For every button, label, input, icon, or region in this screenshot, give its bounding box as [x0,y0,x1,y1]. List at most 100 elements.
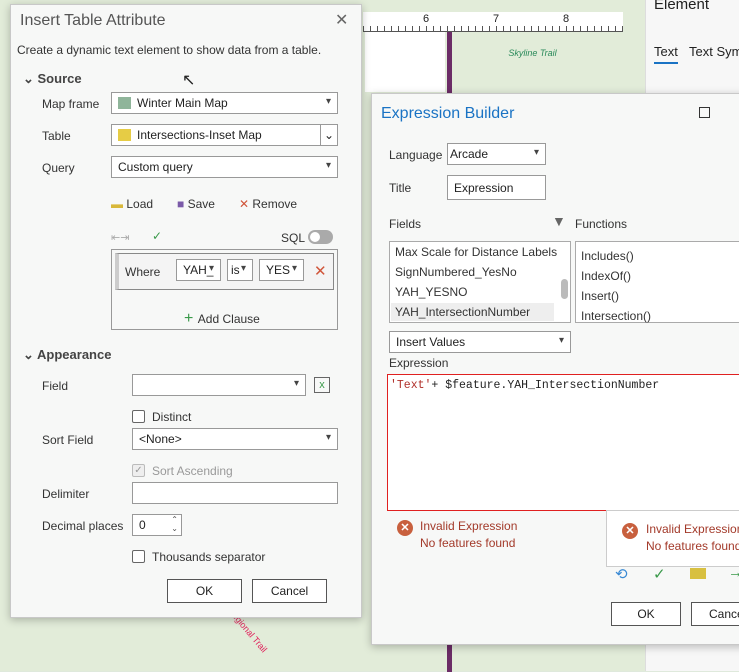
error-icon: ✕ [397,520,413,536]
clause-value-select[interactable]: YES [259,259,304,281]
history-icon[interactable]: ⟲ [615,565,628,583]
map-label: Skyline Trail [508,48,557,58]
folder-icon[interactable] [690,568,706,579]
thousands-separator-checkbox[interactable] [132,550,145,563]
verify-check-icon[interactable]: ✓ [653,565,666,583]
field-select[interactable] [132,374,306,396]
export-arrow-icon[interactable]: → [728,564,739,581]
ok-button[interactable]: OK [167,579,242,603]
chevron-down-icon: ⌄ [23,347,38,362]
error-detail: No features found [646,539,739,553]
ruler-tick: 8 [563,13,570,25]
ruler: 6 7 8 [363,12,623,32]
select-value: Custom query [118,160,193,174]
distinct-checkbox[interactable] [132,410,145,423]
language-select[interactable]: Arcade [447,143,546,165]
select-value: Winter Main Map [137,96,228,110]
button-label: Add Clause [197,312,260,326]
input-value: Expression [454,181,514,195]
verify-check-icon[interactable]: ✓ [152,229,162,243]
where-label: Where [125,265,161,279]
list-item[interactable]: Intersection() [581,309,651,323]
folder-icon: ▬ [111,197,127,211]
clause-field-select[interactable]: YAH_ [176,259,221,281]
filter-icon[interactable]: ▼ [552,213,566,229]
sort-ascending-label: Sort Ascending [152,464,233,478]
chevron-down-icon: ⌄ [23,71,38,86]
functions-list: Includes() IndexOf() Insert() Intersecti… [575,241,739,323]
list-item[interactable]: Includes() [581,249,634,263]
select-value: YAH_ [183,263,214,277]
plus-icon: + [184,310,198,327]
list-item-selected[interactable]: YAH_IntersectionNumber [391,303,554,321]
delimiter-label: Delimiter [42,487,90,501]
maximize-icon[interactable] [699,107,710,118]
fields-label: Fields [389,217,422,231]
error-title: Invalid Expression [646,522,739,536]
list-item[interactable]: Max Scale for Distance Labels [395,245,557,259]
expression-code: + $feature.YAH_IntersectionNumber [431,379,660,392]
appearance-section-header[interactable]: ⌄ Appearance [23,347,111,363]
expression-string: 'Text' [390,379,432,392]
delete-clause-icon[interactable]: ✕ [314,262,327,280]
decimal-places-label: Decimal places [42,519,124,533]
sort-field-select[interactable]: <None> [132,428,338,450]
dialog-title: Insert Table Attribute [20,12,166,29]
expression-button[interactable]: x [314,377,330,393]
ok-button[interactable]: OK [611,602,681,626]
sql-toggle[interactable] [308,230,333,244]
sql-label: SQL [281,231,306,245]
sort-ascending-checkbox[interactable]: ✓ [132,464,145,477]
add-clause-button[interactable]: + Add Clause [184,310,260,328]
query-select[interactable]: Custom query [111,156,338,178]
ruler-tick: 6 [423,13,430,25]
select-value: is [231,263,240,277]
error-title: Invalid Expression [420,519,518,533]
field-label: Field [42,379,69,393]
section-label: Appearance [37,347,112,362]
delimiter-input[interactable] [132,482,338,504]
decimal-places-stepper[interactable]: 0 ⌃ ⌄ [132,514,182,536]
tab-text-symbol[interactable]: Text Sym [689,44,739,59]
sort-field-label: Sort Field [42,433,94,447]
chevron-down-icon[interactable]: ⌄ [320,125,337,145]
select-value: Intersections-Inset Map [137,128,262,142]
close-icon: ✕ [239,197,253,211]
cancel-button[interactable]: Cancel [252,579,327,603]
section-label: Source [37,71,82,86]
map-frame-select[interactable]: Winter Main Map [111,92,338,114]
insert-table-attribute-dialog: Insert Table Attribute ✕ Create a dynami… [10,4,362,618]
title-label: Title [389,181,412,195]
button-label: Load [126,197,154,211]
clause-operator-select[interactable]: is [227,259,253,281]
language-label: Language [389,148,443,162]
table-select[interactable]: Intersections-Inset Map ⌄ [111,124,338,146]
scrollbar[interactable] [561,279,568,299]
spin-arrows-icon[interactable]: ⌃ ⌄ [171,515,178,533]
save-button[interactable]: ■ Save [177,197,215,211]
map-icon [118,97,131,109]
cancel-button[interactable]: Cancel [691,602,739,626]
fields-list: Max Scale for Distance Labels SignNumber… [389,241,571,323]
panel-title: Element [654,0,710,13]
list-item[interactable]: Insert() [581,289,619,303]
list-item[interactable]: IndexOf() [581,269,631,283]
list-item[interactable]: YAH_YESNO [395,285,467,299]
thousands-separator-label: Thousands separator [152,550,266,564]
close-icon[interactable]: ✕ [335,10,348,30]
validation-message: Invalid Expression No features found [420,518,517,552]
remove-button[interactable]: ✕ Remove [239,197,297,211]
insert-values-select[interactable]: Insert Values [389,331,571,353]
load-button[interactable]: ▬ Load [111,197,153,211]
select-value: Arcade [450,147,489,161]
error-detail: No features found [420,536,516,550]
tab-text[interactable]: Text [654,44,678,64]
list-item[interactable]: SignNumbered_YesNo [395,265,517,279]
title-input[interactable]: Expression [447,175,546,200]
indent-icon[interactable]: ⇤⇥ [111,231,129,244]
input-value: 0 [139,518,146,532]
expression-editor[interactable]: 'Text'+ $feature.YAH_IntersectionNumber [387,374,739,511]
layout-page [365,32,445,92]
source-section-header[interactable]: ⌄ Source [23,71,82,87]
button-label: Save [187,197,215,211]
